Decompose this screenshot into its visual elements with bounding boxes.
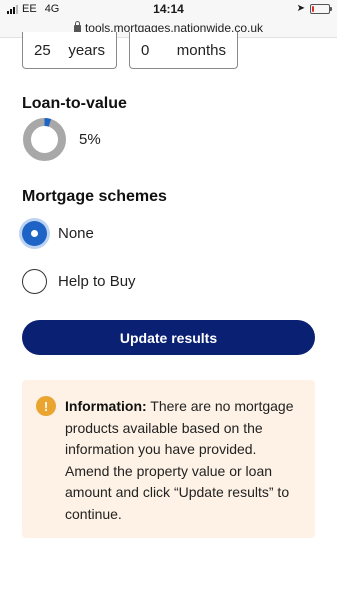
ltv-percentage: 5% [79, 131, 101, 148]
update-results-button[interactable]: Update results [22, 320, 315, 355]
radio-selected-dot [31, 230, 38, 237]
mortgage-term-inputs: 25 years 0 months [22, 32, 238, 69]
battery-level [312, 5, 314, 12]
battery-icon [310, 3, 332, 14]
term-months-unit: months [176, 41, 226, 59]
term-months-value: 0 [141, 41, 150, 59]
status-bar: EE 4G 14:14 ➤ [0, 0, 337, 18]
ltv-ring-track [23, 118, 66, 161]
scheme-option-help-to-buy[interactable]: Help to Buy [22, 269, 136, 294]
term-years-field[interactable]: 25 years [22, 32, 117, 69]
ltv-donut-chart [23, 118, 66, 161]
status-right: ➤ [296, 3, 332, 14]
term-years-value: 25 [34, 41, 51, 59]
warning-icon: ! [36, 396, 56, 416]
location-arrow-icon: ➤ [296, 3, 305, 14]
term-months-field[interactable]: 0 months [129, 32, 238, 69]
info-panel: ! Information: There are no mortgage pro… [22, 380, 315, 538]
scheme-option-label: Help to Buy [58, 273, 136, 290]
radio-help-to-buy[interactable] [22, 269, 47, 294]
schemes-heading: Mortgage schemes [22, 188, 167, 205]
scheme-option-label: None [58, 225, 94, 242]
ltv-display: 5% [22, 117, 101, 162]
info-message: Information: There are no mortgage produ… [65, 396, 301, 538]
term-years-unit: years [68, 41, 105, 59]
info-heading: Information: [65, 398, 147, 414]
scheme-option-none[interactable]: None [22, 221, 94, 246]
ltv-ring-fill [44, 118, 52, 127]
ltv-heading: Loan-to-value [22, 95, 127, 112]
clock: 14:14 [153, 2, 184, 16]
radio-none[interactable] [22, 221, 47, 246]
info-body: There are no mortgage products available… [65, 398, 294, 522]
